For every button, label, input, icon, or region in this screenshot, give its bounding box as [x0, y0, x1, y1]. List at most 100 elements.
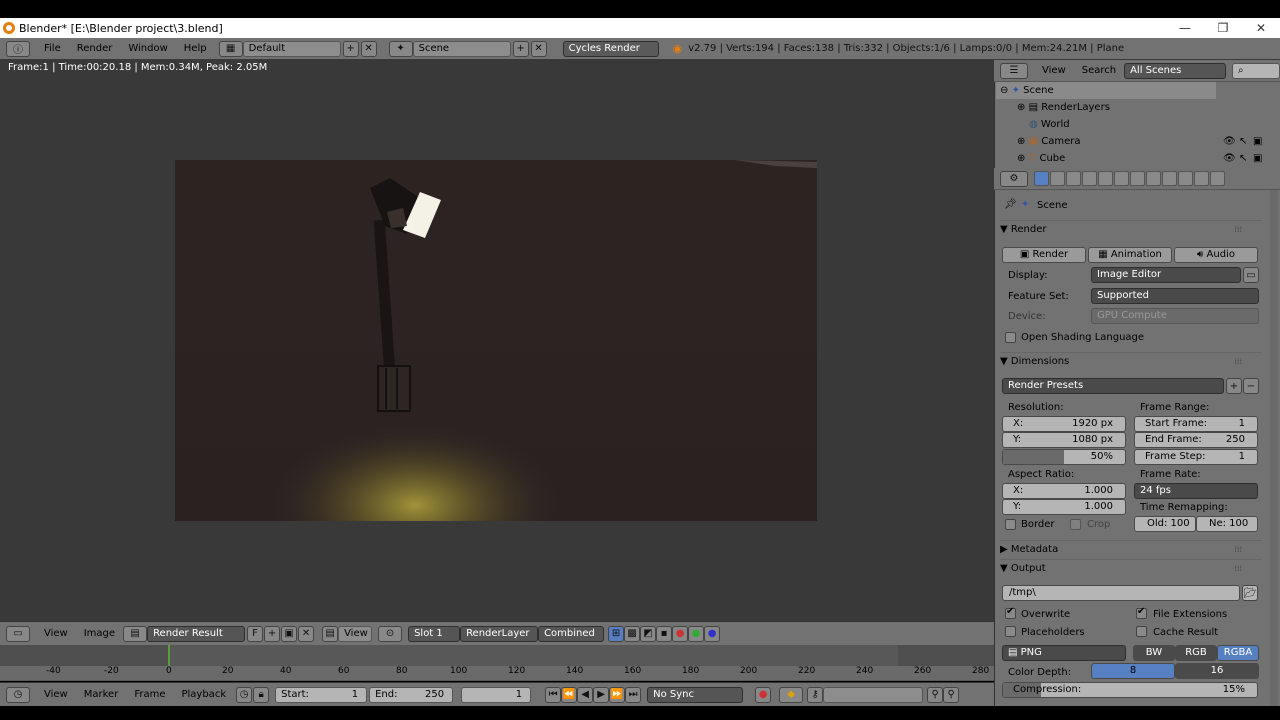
outliner-search-field[interactable]: ⌕	[1232, 62, 1280, 79]
unlink-image-icon[interactable]: ✕	[298, 625, 315, 642]
image-name-field[interactable]: Render Result	[147, 625, 246, 642]
fake-user-button[interactable]: F	[247, 625, 264, 642]
drag-handle-icon[interactable]: ⁞⁞⁞	[1234, 353, 1242, 371]
render-layers-tab-icon[interactable]	[1050, 171, 1065, 186]
drag-handle-icon[interactable]: ⁞⁞⁞	[1234, 221, 1242, 239]
display-select[interactable]: Image Editor	[1091, 267, 1241, 283]
screen-layout-field[interactable]: Default	[242, 40, 341, 57]
timeline-ruler[interactable]: -40 -20 0 20 40 60 80 100 120 140 160 18…	[0, 666, 994, 680]
editor-type-info-icon[interactable]: ⓘ	[6, 40, 30, 57]
device-select[interactable]: GPU Compute	[1091, 308, 1259, 324]
add-scene-icon[interactable]: +	[512, 40, 529, 57]
menu-image[interactable]: Image	[76, 628, 123, 639]
editor-type-outliner-icon[interactable]: ☰	[1000, 62, 1028, 79]
color-rgb-button[interactable]: RGB	[1175, 645, 1217, 661]
frame-rate-select[interactable]: 24 fps	[1134, 483, 1258, 499]
view-mode-icon[interactable]: ▤	[322, 625, 339, 642]
outliner-row-scene[interactable]: ⊖ ✦ Scene	[996, 82, 1216, 99]
menu-window[interactable]: Window	[120, 43, 175, 54]
dimensions-panel-header[interactable]: ▼ Dimensions ⁞⁞⁞	[1000, 352, 1262, 370]
data-tab-icon[interactable]	[1146, 171, 1161, 186]
visibility-eye-icon[interactable]: 👁︎	[1223, 150, 1236, 167]
jump-prev-key-icon[interactable]: ⏪	[561, 686, 578, 703]
aspect-x-field[interactable]: X: 1.000	[1002, 483, 1126, 499]
res-y-field[interactable]: Y: 1080 px	[1002, 432, 1126, 448]
end-frame-field[interactable]: End: 250	[369, 686, 454, 703]
drag-handle-icon[interactable]: ⁞⁞⁞	[1234, 541, 1242, 559]
output-panel-header[interactable]: ▼ Output ⁞⁞⁞	[1000, 559, 1262, 577]
menu-playback[interactable]: Playback	[173, 689, 234, 700]
preview-range-icon[interactable]: ◷	[236, 686, 253, 703]
jump-end-icon[interactable]: ⏭	[625, 686, 642, 703]
aspect-y-field[interactable]: Y: 1.000	[1002, 499, 1126, 515]
display-channel-icon[interactable]: ▪	[656, 625, 673, 642]
green-channel-icon[interactable]: ●	[688, 625, 705, 642]
editor-type-image-icon[interactable]: ▭	[6, 625, 30, 642]
keyingset-icon[interactable]: ⚷	[807, 686, 824, 703]
cache-result-checkbox[interactable]	[1136, 626, 1147, 637]
object-tab-icon[interactable]	[1098, 171, 1113, 186]
render-presets-select[interactable]: Render Presets	[1002, 378, 1224, 394]
color-bw-button[interactable]: BW	[1133, 645, 1175, 661]
visibility-eye-icon[interactable]: 👁︎	[1223, 133, 1236, 150]
blue-channel-icon[interactable]: ●	[704, 625, 721, 642]
render-engine-select[interactable]: Cycles Render	[562, 40, 659, 57]
pin-icon[interactable]: 📌︎	[1004, 199, 1017, 210]
placeholders-checkbox[interactable]	[1005, 626, 1016, 637]
res-x-field[interactable]: X: 1920 px	[1002, 416, 1126, 432]
render-button[interactable]: ▣ Render	[1002, 247, 1086, 263]
keying-icon[interactable]: ◆	[779, 686, 804, 703]
selectable-cursor-icon[interactable]: ↖	[1239, 150, 1247, 167]
start-frame-field[interactable]: Start: 1	[275, 686, 368, 703]
material-tab-icon[interactable]	[1162, 171, 1177, 186]
border-checkbox[interactable]	[1005, 519, 1016, 530]
outliner-row-camera[interactable]: ⊕ ▣ Camera 👁︎ ↖ ▣	[995, 133, 1265, 150]
renderable-icon[interactable]: ▣	[1253, 133, 1262, 150]
screen-layout-icon[interactable]: ▦	[218, 40, 243, 57]
minimize-icon[interactable]: —	[1166, 21, 1204, 35]
display-new-window-icon[interactable]: ▭	[1243, 267, 1259, 283]
crop-checkbox[interactable]	[1070, 519, 1081, 530]
remove-preset-icon[interactable]: −	[1243, 378, 1259, 394]
expand-icon[interactable]: ⊕	[1017, 136, 1025, 147]
editor-type-properties-icon[interactable]: ⚙	[1000, 170, 1028, 187]
play-icon[interactable]: ▶	[593, 686, 610, 703]
depth-8-button[interactable]: 8	[1091, 663, 1175, 679]
menu-help[interactable]: Help	[176, 43, 215, 54]
menu-view-timeline[interactable]: View	[36, 689, 76, 700]
open-image-icon[interactable]: ▣	[281, 625, 298, 642]
menu-file[interactable]: File	[36, 43, 69, 54]
play-reverse-icon[interactable]: ◀	[577, 686, 594, 703]
render-tab-icon[interactable]	[1034, 171, 1049, 186]
outliner-menu-search[interactable]: Search	[1074, 65, 1124, 76]
expand-icon[interactable]: ⊕	[1017, 153, 1025, 164]
scene-field[interactable]: Scene	[412, 40, 511, 57]
record-icon[interactable]: ●	[755, 686, 772, 703]
outliner-row-cube[interactable]: ⊕ ▽ Cube 👁︎ ↖ ▣	[995, 150, 1265, 167]
drag-handle-icon[interactable]: ⁞⁞⁞	[1234, 560, 1242, 578]
menu-marker[interactable]: Marker	[76, 689, 127, 700]
sync-mode-select[interactable]: No Sync	[647, 686, 744, 703]
remove-scene-icon[interactable]: ✕	[530, 40, 547, 57]
view-dropdown[interactable]: View	[338, 625, 373, 642]
time-remap-new-field[interactable]: Ne: 100	[1196, 516, 1258, 532]
current-frame-field[interactable]: 1	[461, 686, 532, 703]
properties-scrollbar[interactable]	[1270, 190, 1278, 706]
delete-key-icon[interactable]: ⚲	[943, 686, 960, 703]
constraints-tab-icon[interactable]	[1114, 171, 1129, 186]
add-layout-icon[interactable]: +	[342, 40, 359, 57]
editor-type-timeline-icon[interactable]: ◷	[6, 686, 30, 703]
render-panel-header[interactable]: ▼ Render ⁞⁞⁞	[1000, 220, 1262, 238]
frame-step-field[interactable]: Frame Step: 1	[1134, 449, 1258, 465]
render-layer-select[interactable]: RenderLayer	[460, 625, 539, 642]
image-browse-icon[interactable]: ▤	[123, 625, 148, 642]
expand-icon[interactable]: ⊖	[1000, 85, 1008, 96]
expand-icon[interactable]: ⊕	[1017, 102, 1025, 113]
slot-select[interactable]: Slot 1	[408, 625, 461, 642]
insert-key-icon[interactable]: ⚲	[927, 686, 944, 703]
jump-next-key-icon[interactable]: ⏩	[609, 686, 626, 703]
renderable-icon[interactable]: ▣	[1253, 150, 1262, 167]
start-frame-field[interactable]: Start Frame: 1	[1134, 416, 1258, 432]
particles-tab-icon[interactable]	[1194, 171, 1209, 186]
jump-start-icon[interactable]: ⏮	[545, 686, 562, 703]
